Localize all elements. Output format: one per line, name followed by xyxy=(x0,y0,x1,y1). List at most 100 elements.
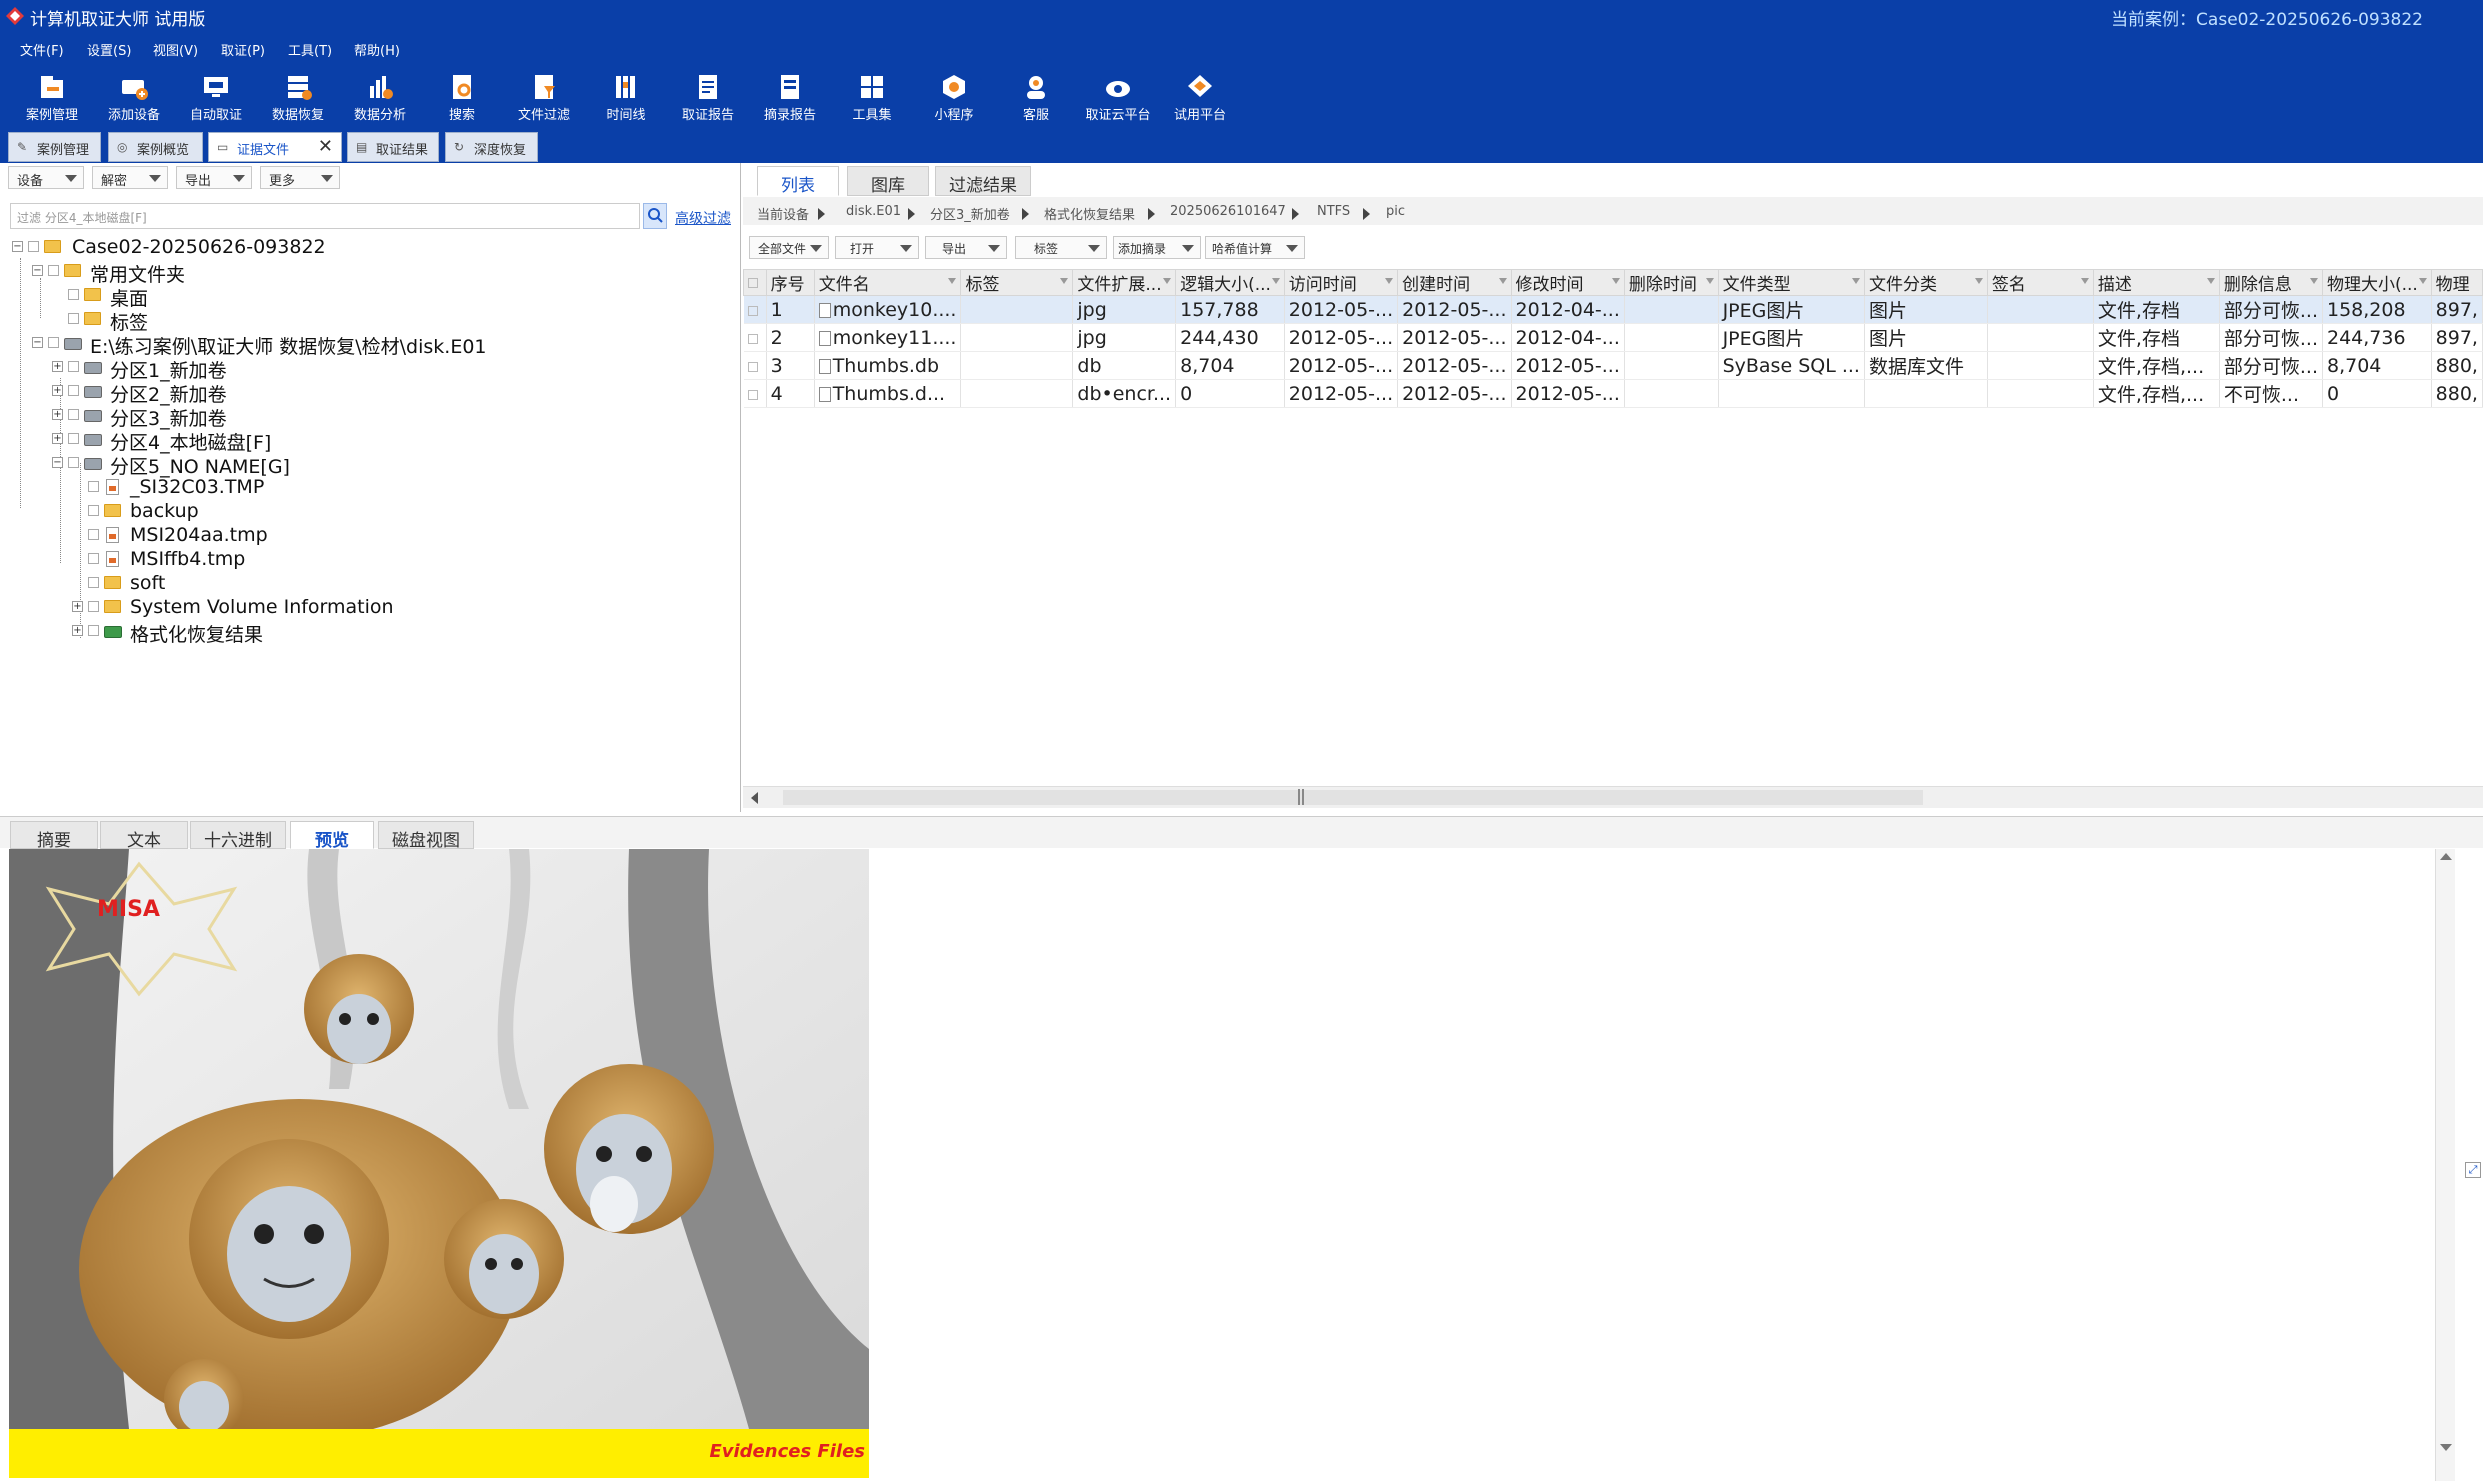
scroll-left-icon[interactable] xyxy=(751,792,758,804)
tab-summary[interactable]: 摘要 xyxy=(10,821,98,851)
hash-calc-button[interactable]: 哈希值计算 xyxy=(1205,236,1305,259)
tab-preview[interactable]: 预览 xyxy=(290,821,374,851)
breadcrumb-item[interactable]: 分区3_新加卷 xyxy=(930,204,1010,223)
mini-program-button[interactable]: 小程序 xyxy=(912,68,996,126)
tree-checkbox[interactable] xyxy=(88,625,99,636)
menu-help[interactable]: 帮助(H) xyxy=(354,40,400,59)
tree-checkbox[interactable] xyxy=(88,505,99,516)
expand-icon[interactable]: + xyxy=(52,433,63,444)
tree-checkbox[interactable] xyxy=(68,457,79,468)
tree-checkbox[interactable] xyxy=(68,433,79,444)
scroll-down-icon[interactable] xyxy=(2440,1444,2452,1451)
open-button[interactable]: 打开 xyxy=(835,236,919,259)
menu-settings[interactable]: 设置(S) xyxy=(87,40,131,59)
column-header[interactable]: 签名 xyxy=(1986,269,2094,296)
column-header[interactable]: 序号 xyxy=(765,269,815,296)
tab-case-management[interactable]: ✎ 案例管理 xyxy=(8,132,101,162)
tree-checkbox[interactable] xyxy=(68,361,79,372)
tree-checkbox[interactable] xyxy=(88,601,99,612)
menu-file[interactable]: 文件(F) xyxy=(20,40,64,59)
data-recovery-button[interactable]: 数据恢复 xyxy=(256,68,340,126)
collapse-icon[interactable]: − xyxy=(32,337,43,348)
forensic-report-button[interactable]: 取证报告 xyxy=(666,68,750,126)
menu-tools[interactable]: 工具(T) xyxy=(288,40,332,59)
expand-icon[interactable]: + xyxy=(52,385,63,396)
column-header[interactable]: 文件扩展... xyxy=(1072,269,1177,296)
case-management-button[interactable]: 案例管理 xyxy=(10,68,94,126)
column-filter-icon[interactable] xyxy=(1974,278,1983,284)
tab-disk-view[interactable]: 磁盘视图 xyxy=(378,821,474,851)
tab-hex[interactable]: 十六进制 xyxy=(190,821,286,851)
close-icon[interactable]: ✕ xyxy=(318,136,333,157)
tree-checkbox[interactable] xyxy=(68,289,79,300)
tree-checkbox[interactable] xyxy=(28,241,39,252)
column-header[interactable]: 删除信息 xyxy=(2218,269,2323,296)
column-header[interactable]: 文件分类 xyxy=(1863,269,1988,296)
table-row[interactable]: 2 monkey11.... jpg 244,430 2012-05-... 2… xyxy=(743,323,2483,352)
breadcrumb-item[interactable]: 格式化恢复结果 xyxy=(1044,204,1135,223)
export-button[interactable]: 导出 xyxy=(925,236,1007,259)
column-header[interactable]: 访问时间 xyxy=(1283,269,1399,296)
tree-filter-input[interactable]: 过滤 分区4_本地磁盘[F] xyxy=(10,203,640,229)
tab-gallery-view[interactable]: 图库 xyxy=(847,166,929,196)
tree-checkbox[interactable] xyxy=(88,481,99,492)
column-filter-icon[interactable] xyxy=(1498,278,1507,284)
add-device-button[interactable]: 添加设备 xyxy=(92,68,176,126)
tree-checkbox[interactable] xyxy=(88,529,99,540)
column-header[interactable]: 文件类型 xyxy=(1717,269,1865,296)
column-filter-icon[interactable] xyxy=(948,278,957,284)
scroll-up-icon[interactable] xyxy=(2440,853,2452,860)
select-all-checkbox[interactable] xyxy=(748,277,758,288)
collapse-icon[interactable]: − xyxy=(12,241,23,252)
column-filter-icon[interactable] xyxy=(1060,278,1069,284)
filter-search-button[interactable] xyxy=(643,203,667,229)
horizontal-scrollbar[interactable] xyxy=(743,786,2483,808)
tab-list-view[interactable]: 列表 xyxy=(757,166,839,196)
expand-icon[interactable]: + xyxy=(72,601,83,612)
column-header[interactable]: 文件名 xyxy=(813,269,962,296)
customer-service-button[interactable]: 客服 xyxy=(994,68,1078,126)
tag-button[interactable]: 标签 xyxy=(1015,236,1107,259)
preview-vertical-scrollbar[interactable] xyxy=(2435,849,2455,1481)
table-row[interactable]: 4 Thumbs.d... db•encr... 0 2012-05-... 2… xyxy=(743,379,2483,408)
breadcrumb-item[interactable]: pic xyxy=(1386,204,1405,219)
table-row[interactable]: 3 Thumbs.db db 8,704 2012-05-... 2012-05… xyxy=(743,351,2483,380)
row-checkbox[interactable] xyxy=(747,305,758,316)
tree-checkbox[interactable] xyxy=(68,313,79,324)
column-header[interactable]: 删除时间 xyxy=(1623,269,1719,296)
advanced-filter-link[interactable]: 高级过滤 xyxy=(675,208,731,228)
menu-forensics[interactable]: 取证(P) xyxy=(221,40,265,59)
cloud-platform-button[interactable]: 取证云平台 xyxy=(1076,68,1160,126)
breadcrumb-item[interactable]: disk.E01 xyxy=(846,204,901,219)
tree-checkbox[interactable] xyxy=(88,577,99,588)
expand-icon[interactable]: + xyxy=(52,409,63,420)
tree-checkbox[interactable] xyxy=(48,337,59,348)
data-analysis-button[interactable]: 数据分析 xyxy=(338,68,422,126)
breadcrumb-item[interactable]: 当前设备 xyxy=(757,204,809,223)
row-checkbox[interactable] xyxy=(747,389,758,400)
file-filter-button[interactable]: 文件过滤 xyxy=(502,68,586,126)
tree-checkbox[interactable] xyxy=(48,265,59,276)
row-checkbox[interactable] xyxy=(747,361,758,372)
column-filter-icon[interactable] xyxy=(1611,278,1620,284)
tab-forensic-results[interactable]: ▤ 取证结果 xyxy=(347,132,439,162)
column-filter-icon[interactable] xyxy=(2080,278,2089,284)
toolset-button[interactable]: 工具集 xyxy=(830,68,914,126)
menu-view[interactable]: 视图(V) xyxy=(153,40,198,59)
column-filter-icon[interactable] xyxy=(1163,278,1172,284)
expand-icon[interactable]: + xyxy=(72,625,83,636)
collapse-icon[interactable]: − xyxy=(32,265,43,276)
device-menu-button[interactable]: 设备 xyxy=(8,166,84,189)
add-excerpt-button[interactable]: 添加摘录 xyxy=(1113,236,1201,259)
column-header[interactable]: 逻辑大小(... xyxy=(1175,269,1285,296)
tree-checkbox[interactable] xyxy=(68,409,79,420)
column-filter-icon[interactable] xyxy=(1705,278,1714,284)
column-header[interactable]: 修改时间 xyxy=(1510,269,1625,296)
table-row[interactable]: 1 monkey10.... jpg 157,788 2012-05-... 2… xyxy=(743,295,2483,324)
tab-deep-recovery[interactable]: ↻ 深度恢复 xyxy=(445,132,538,162)
row-checkbox[interactable] xyxy=(747,333,758,344)
column-header[interactable]: 标签 xyxy=(960,269,1074,296)
tab-evidence-files[interactable]: ▭ 证据文件 ✕ xyxy=(208,132,342,162)
column-filter-icon[interactable] xyxy=(2418,278,2427,284)
select-all-header[interactable] xyxy=(743,269,767,296)
